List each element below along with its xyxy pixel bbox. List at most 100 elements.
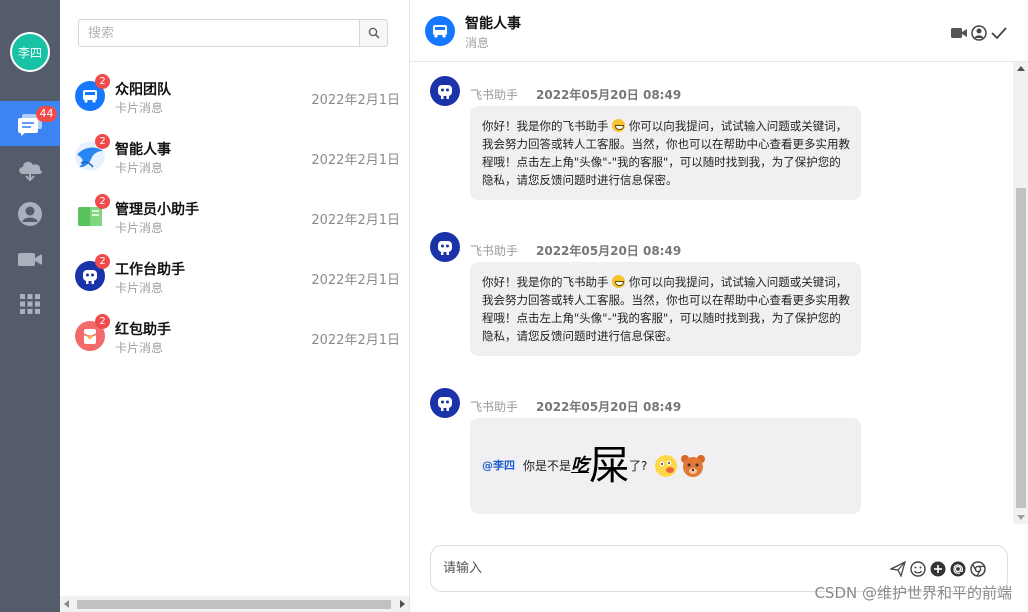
- rail-contacts[interactable]: [0, 191, 60, 236]
- grin-emoji-icon: [612, 275, 626, 288]
- message-text-styled: 吃: [571, 455, 590, 476]
- conversation-subtitle: 卡片消息: [115, 281, 164, 295]
- message-sender: 飞书助手: [470, 244, 519, 258]
- message-sender: 飞书助手: [470, 88, 519, 102]
- robot-icon: [430, 76, 460, 106]
- conversation-list-panel: 2 众阳团队 卡片消息 2022年2月1日 2 智能人事 卡片消息 2022年2…: [60, 0, 410, 612]
- scrollbar-thumb[interactable]: [77, 600, 391, 609]
- bus-icon: [425, 16, 455, 46]
- header-actions: [950, 24, 1008, 42]
- search-bar: [78, 19, 388, 47]
- rail-messages[interactable]: 44: [0, 101, 60, 146]
- conversation-item[interactable]: 2 管理员小助手 卡片消息 2022年2月1日: [60, 194, 410, 257]
- send-button[interactable]: [889, 560, 907, 578]
- scrollbar-thumb[interactable]: [1016, 188, 1026, 508]
- unread-badge: 2: [95, 194, 110, 209]
- video-camera-icon: [951, 28, 967, 38]
- rail-video[interactable]: [0, 236, 60, 281]
- watermark: CSDN @维护世界和平的前端: [814, 584, 1012, 602]
- message-time: 2022年05月20日 08:49: [536, 244, 682, 258]
- robot-icon: [430, 232, 460, 262]
- composer-tools: [889, 560, 987, 578]
- conversation-item[interactable]: 2 智能人事 卡片消息 2022年2月1日: [60, 134, 410, 197]
- bear-emoji-icon: [681, 455, 706, 477]
- done-button[interactable]: [990, 24, 1008, 42]
- message-bubble: 你好！我是你的飞书助手 你可以向我提问，试试输入问题或关键词，我会努力回答或转人…: [470, 262, 861, 356]
- conversation-date: 2022年2月1日: [311, 93, 400, 108]
- message-list: 飞书助手 2022年05月20日 08:49 你好！我是你的飞书助手 你可以向我…: [410, 62, 1013, 524]
- apps-grid-icon: [20, 293, 40, 314]
- message-bubble: 你好！我是你的飞书助手 你可以向我提问，试试输入问题或关键词，我会努力回答或转人…: [470, 106, 861, 200]
- conversation-subtitle: 卡片消息: [115, 161, 164, 175]
- search-button[interactable]: [359, 19, 388, 47]
- unread-badge: 2: [95, 314, 110, 329]
- send-icon: [890, 561, 906, 577]
- user-circle-icon: [971, 25, 987, 41]
- left-rail: 李四 44: [0, 0, 60, 612]
- message-time: 2022年05月20日 08:49: [536, 400, 682, 414]
- chat-title: 智能人事: [465, 16, 521, 32]
- conversation-date: 2022年2月1日: [311, 153, 400, 168]
- conversation-name: 智能人事: [115, 142, 171, 158]
- rail-apps[interactable]: [0, 281, 60, 326]
- chat-header: 智能人事 消息: [410, 0, 1028, 62]
- conversation-name: 红包助手: [115, 322, 171, 338]
- robot-icon: [430, 388, 460, 418]
- chat-subtitle: 消息: [465, 36, 490, 50]
- conversation-date: 2022年2月1日: [311, 333, 400, 348]
- browser-button[interactable]: [969, 560, 987, 578]
- mention-link[interactable]: @李四: [482, 457, 515, 475]
- scroll-down-icon[interactable]: [1017, 515, 1025, 520]
- conversation-item[interactable]: 2 红包助手 卡片消息 2022年2月1日: [60, 314, 410, 377]
- unread-badge: 2: [95, 254, 110, 269]
- video-call-button[interactable]: [950, 24, 968, 42]
- search-icon: [368, 27, 379, 39]
- chrome-icon: [970, 561, 986, 577]
- conversation-item[interactable]: 2 众阳团队 卡片消息 2022年2月1日: [60, 74, 410, 137]
- contacts-icon: [18, 201, 42, 226]
- scroll-right-icon[interactable]: [400, 600, 405, 608]
- grin-emoji-icon: [612, 119, 626, 132]
- contact-card-button[interactable]: [970, 24, 988, 42]
- cloud-download-icon: [19, 161, 42, 181]
- user-avatar[interactable]: 李四: [10, 32, 50, 72]
- message-text-large: 屎: [589, 443, 630, 489]
- conversation-name: 工作台助手: [115, 262, 185, 278]
- conversation-name: 众阳团队: [115, 82, 171, 98]
- emoji-button[interactable]: [909, 560, 927, 578]
- message-bubble: @李四 你是不是 吃 屎 了?: [470, 418, 861, 514]
- message-text: 你好！我是你的飞书助手: [482, 119, 609, 133]
- search-input[interactable]: [78, 19, 359, 47]
- scroll-up-icon[interactable]: [1017, 66, 1025, 71]
- conversation-item[interactable]: 2 工作台助手 卡片消息 2022年2月1日: [60, 254, 410, 317]
- horizontal-scrollbar[interactable]: [60, 596, 409, 612]
- vertical-scrollbar[interactable]: [1013, 62, 1028, 524]
- smile-icon: [910, 561, 926, 577]
- conversation-date: 2022年2月1日: [311, 213, 400, 228]
- pinch-face-emoji-icon: [655, 455, 678, 477]
- conversation-name: 管理员小助手: [115, 202, 199, 218]
- check-icon: [991, 27, 1007, 40]
- message-text: 你是不是: [523, 459, 572, 473]
- conversation-subtitle: 卡片消息: [115, 341, 164, 355]
- at-icon: [950, 561, 966, 577]
- scroll-left-icon[interactable]: [64, 600, 69, 608]
- unread-badge: 44: [36, 106, 57, 122]
- video-camera-icon: [18, 252, 42, 266]
- add-button[interactable]: [929, 560, 947, 578]
- conversation-subtitle: 卡片消息: [115, 101, 164, 115]
- mention-button[interactable]: [949, 560, 967, 578]
- conversation-subtitle: 卡片消息: [115, 221, 164, 235]
- chat-panel: 智能人事 消息 飞书助手 2022年05月20日 08:49 你好！我是你的飞书…: [410, 0, 1028, 612]
- plus-circle-icon: [930, 561, 946, 577]
- message-time: 2022年05月20日 08:49: [536, 88, 682, 102]
- app-window: 李四 44 搜索 2 众阳团队 卡片消息 2022年2月1日 2 智能人事 卡片…: [0, 0, 1028, 612]
- unread-badge: 2: [95, 134, 110, 149]
- unread-badge: 2: [95, 74, 110, 89]
- message-text: 了?: [629, 459, 648, 473]
- conversation-date: 2022年2月1日: [311, 273, 400, 288]
- message-sender: 飞书助手: [470, 400, 519, 414]
- message-text: 你好！我是你的飞书助手: [482, 275, 609, 289]
- message-input[interactable]: [443, 556, 873, 581]
- rail-cloud[interactable]: [0, 146, 60, 191]
